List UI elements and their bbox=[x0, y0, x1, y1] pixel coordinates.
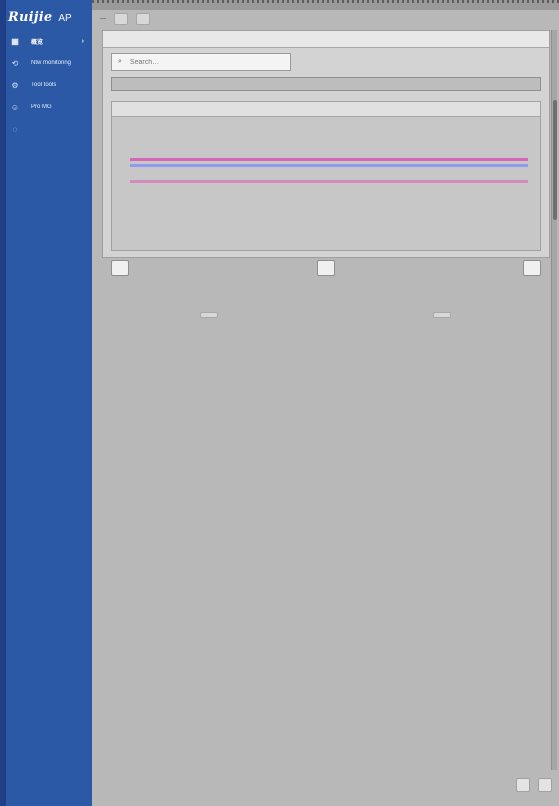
status-chip-2 bbox=[538, 778, 552, 792]
panel-header bbox=[103, 31, 549, 48]
footer-button-right[interactable] bbox=[523, 260, 541, 276]
top-bar-ticks bbox=[92, 0, 559, 3]
mid-label-left bbox=[199, 312, 218, 318]
product-name: AP bbox=[58, 13, 72, 24]
footer-button-middle[interactable] bbox=[317, 260, 335, 276]
top-bar bbox=[92, 0, 559, 10]
panel-footer bbox=[111, 257, 541, 279]
search-box[interactable]: ⌕ bbox=[111, 53, 291, 71]
search-icon: ⌕ bbox=[118, 58, 122, 65]
sidebar-item-label: 概览 bbox=[31, 39, 44, 46]
dashboard-icon: ▦ bbox=[11, 36, 19, 46]
table-highlight-stripe bbox=[130, 158, 528, 161]
data-table bbox=[111, 101, 541, 251]
header-pill-2[interactable] bbox=[136, 13, 150, 25]
user-icon: ☺ bbox=[10, 102, 20, 112]
sidebar-item-label: Ntw monitoring bbox=[31, 60, 72, 66]
sidebar-item-label: Pro MG bbox=[31, 104, 52, 110]
content-panel: ⌕ bbox=[102, 30, 550, 276]
sidebar-item-monitoring[interactable]: ⟲ Ntw monitoring bbox=[0, 52, 92, 74]
sidebar-nav: ▦ 概览 › ⟲ Ntw monitoring ⚙ Tool tools ☺ P… bbox=[0, 30, 92, 140]
sidebar-item-label: Tool tools bbox=[31, 82, 57, 88]
main-content: — ⌕ bbox=[92, 0, 559, 806]
bottom-status bbox=[342, 776, 552, 794]
header-pill-1[interactable] bbox=[114, 13, 128, 25]
sidebar-item-overview[interactable]: ▦ 概览 › bbox=[0, 30, 92, 52]
table-highlight-stripe-secondary bbox=[130, 164, 528, 167]
search-input[interactable] bbox=[127, 57, 272, 67]
vertical-scrollbar[interactable] bbox=[551, 30, 557, 770]
clock-icon: ⟲ bbox=[11, 58, 19, 68]
sidebar: Ruijie AP ▦ 概览 › ⟲ Ntw monitoring ⚙ Tool… bbox=[0, 0, 92, 806]
sidebar-item-tools[interactable]: ⚙ Tool tools bbox=[0, 74, 92, 96]
wrench-icon: ⚙ bbox=[11, 80, 19, 90]
footer-button-left[interactable] bbox=[111, 260, 129, 276]
header-left: — bbox=[100, 16, 106, 22]
mid-labels bbox=[92, 305, 559, 325]
header-row: — bbox=[100, 12, 550, 26]
brand: Ruijie AP bbox=[8, 10, 72, 25]
table-header bbox=[112, 102, 540, 117]
sidebar-item-pro[interactable]: ☺ Pro MG bbox=[0, 96, 92, 118]
ap-admin-app: Ruijie AP ▦ 概览 › ⟲ Ntw monitoring ⚙ Tool… bbox=[0, 0, 559, 806]
subheader-bar bbox=[111, 77, 541, 91]
scrollbar-thumb[interactable] bbox=[553, 100, 557, 220]
table-highlight-stripe-2 bbox=[130, 180, 528, 183]
ruijie-logo: Ruijie bbox=[8, 10, 53, 25]
circle-icon: ◌ bbox=[12, 124, 18, 134]
chevron-right-icon: › bbox=[81, 37, 84, 45]
status-chip-1 bbox=[516, 778, 530, 792]
mid-label-right bbox=[433, 312, 452, 318]
sidebar-item-more[interactable]: ◌ bbox=[0, 118, 92, 140]
